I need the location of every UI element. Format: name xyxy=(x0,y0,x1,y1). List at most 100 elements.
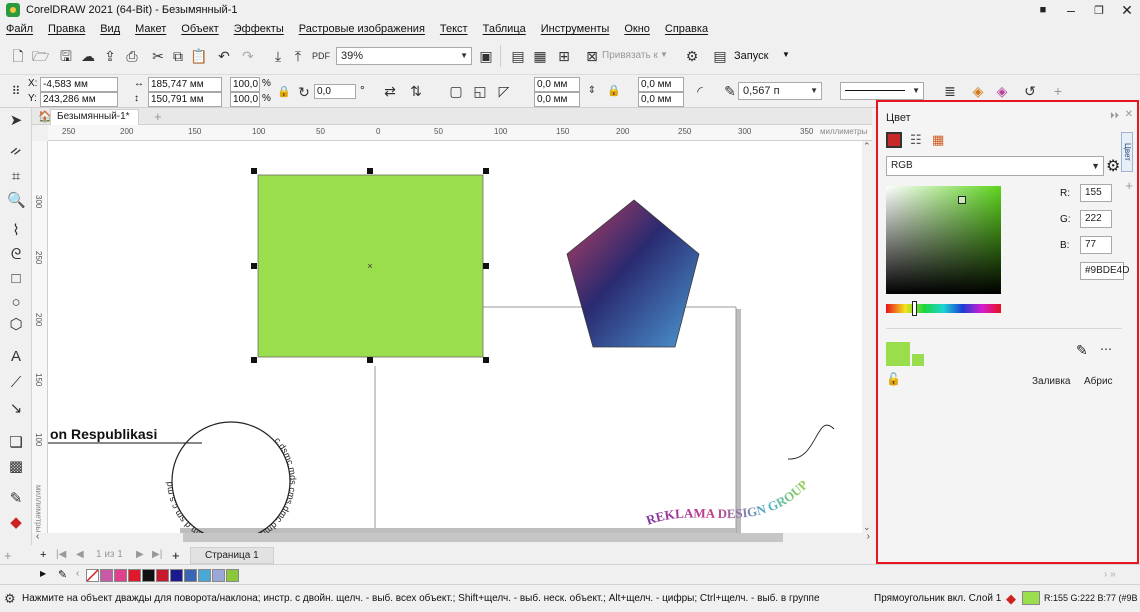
gradient-pentagon[interactable] xyxy=(566,199,700,348)
app-badge-icon[interactable]: ■ xyxy=(1036,4,1050,16)
menu-tools[interactable]: Инструменты xyxy=(541,23,610,35)
close-button[interactable]: ✕ xyxy=(1120,2,1134,19)
outline-width-dropdown[interactable]: 0,567 п ▼ xyxy=(738,82,822,100)
drop-shadow-icon[interactable]: ❏ xyxy=(7,434,25,452)
minimize-button[interactable]: – xyxy=(1064,2,1078,18)
docker-close-icon[interactable]: ✕ xyxy=(1125,109,1133,120)
scale-x-field[interactable]: 100,0 xyxy=(230,77,260,92)
palette-expand-icon[interactable]: › » xyxy=(1104,569,1116,580)
line-style-dropdown[interactable]: ▼ xyxy=(840,82,924,100)
hex-value-field[interactable]: #9BDE4D xyxy=(1080,262,1129,280)
scroll-up-icon[interactable]: ⌃ xyxy=(863,141,871,152)
save-icon[interactable]: 🖫 xyxy=(58,48,74,64)
palette-swatch[interactable] xyxy=(198,569,211,582)
docker-more-icon[interactable]: ⋯ xyxy=(1100,342,1112,356)
vertical-scrollbar[interactable]: ⌃ ⌄ xyxy=(862,141,872,533)
outline-button[interactable]: Абрис xyxy=(1084,376,1113,387)
menu-view[interactable]: Вид xyxy=(100,23,120,35)
drawing-canvas[interactable]: × on Respublikasi c.dsmc.mds.cms.dmc.dmc… xyxy=(48,141,862,533)
palette-swatch[interactable] xyxy=(156,569,169,582)
snap-to-dropdown[interactable]: Привязать к xyxy=(602,50,658,61)
transparency-tool-icon[interactable]: ▩ xyxy=(7,458,25,476)
add-page-before-icon[interactable]: + xyxy=(40,549,46,561)
menu-object[interactable]: Объект xyxy=(181,23,218,35)
cloud-icon[interactable]: ☁ xyxy=(80,48,96,64)
g-value-field[interactable]: 222 xyxy=(1080,210,1112,228)
polygon-tool-icon[interactable]: ⬡ xyxy=(7,316,25,334)
cut-icon[interactable]: ✂ xyxy=(150,48,166,64)
width-field[interactable]: 185,747 мм xyxy=(148,77,222,92)
snap-arrow-icon[interactable]: ▼ xyxy=(660,50,668,59)
palette-eyedropper-icon[interactable]: ✎ xyxy=(58,568,67,581)
grid-icon[interactable]: ▦ xyxy=(532,48,548,64)
pdf-icon[interactable]: PDF xyxy=(312,48,330,64)
b-value-field[interactable]: 77 xyxy=(1080,236,1112,254)
to-front-icon[interactable]: ◈ xyxy=(970,83,986,99)
open-icon[interactable]: 🗁 xyxy=(32,48,49,64)
color-spectrum-area[interactable] xyxy=(886,186,1001,294)
text-tool-icon[interactable]: A xyxy=(7,348,25,366)
color-picker-handle[interactable] xyxy=(958,196,966,204)
ellipse-tool-icon[interactable]: ○ xyxy=(7,294,25,312)
menu-effects[interactable]: Эффекты xyxy=(234,23,284,35)
corner-lock-icon[interactable]: 🔒 xyxy=(606,83,622,99)
zoom-level-dropdown[interactable]: 39% ▼ xyxy=(336,47,472,65)
scale-y-field[interactable]: 100,0 xyxy=(230,92,260,107)
export-icon[interactable]: ⤒ xyxy=(290,48,306,64)
to-back-icon[interactable]: ◈ xyxy=(994,83,1010,99)
object-origin-icon[interactable]: ⠿ xyxy=(8,83,24,99)
menu-window[interactable]: Окно xyxy=(624,23,650,35)
color-side-tab[interactable]: Цвет xyxy=(1121,132,1133,172)
horizontal-scroll-thumb[interactable] xyxy=(183,533,783,542)
palette-swatch[interactable] xyxy=(114,569,127,582)
eyedropper-tool-icon[interactable]: ✎ xyxy=(7,490,25,508)
menu-file[interactable]: Файл xyxy=(6,23,33,35)
rulers-icon[interactable]: ▤ xyxy=(510,48,526,64)
docker-add-tab-icon[interactable]: + xyxy=(1125,178,1133,193)
palette-swatch[interactable] xyxy=(100,569,113,582)
corner-spin-icon[interactable]: ⇕ xyxy=(584,83,600,99)
crop-tool-icon[interactable]: ⌗ xyxy=(7,168,25,186)
corner-scallop-icon[interactable]: ◱ xyxy=(472,83,488,99)
corner-radius-bottom-right[interactable]: 0,0 мм xyxy=(638,92,684,107)
options-gear-icon[interactable]: ⚙ xyxy=(684,48,700,64)
parallel-dimension-icon[interactable]: ⟋ xyxy=(7,374,25,392)
interactive-fill-icon[interactable]: ◆ xyxy=(7,514,25,532)
lock-ratio-icon[interactable]: 🔒 xyxy=(276,84,292,100)
prev-page-icon[interactable]: ◀ xyxy=(76,549,84,560)
docker-eyedropper-icon[interactable]: ✎ xyxy=(1076,342,1088,359)
status-gear-icon[interactable]: ⚙ xyxy=(4,591,16,607)
document-tab[interactable]: Безымянный-1* xyxy=(50,109,139,125)
paste-icon[interactable]: 📋 xyxy=(190,48,207,64)
rotation-field[interactable]: 0,0 xyxy=(314,84,356,99)
reklama-design-text[interactable]: REKLAMA DESIGN GROUP xyxy=(644,477,811,528)
palette-swatch[interactable] xyxy=(142,569,155,582)
palette-swatch[interactable] xyxy=(226,569,239,582)
palette-scroll-left-icon[interactable]: ‹ xyxy=(76,568,79,579)
redo-icon[interactable]: ↷ xyxy=(240,48,256,64)
palette-swatch[interactable] xyxy=(184,569,197,582)
color-options-gear-icon[interactable]: ⚙ xyxy=(1106,156,1120,176)
x-position-field[interactable]: -4,583 мм xyxy=(40,77,118,92)
vertical-ruler[interactable]: 300 250 200 150 100 миллиметры xyxy=(32,141,48,533)
page-tab[interactable]: Страница 1 xyxy=(190,547,274,564)
height-field[interactable]: 150,791 мм xyxy=(148,92,222,107)
curve-path[interactable] xyxy=(787,424,835,460)
rotation-icon[interactable]: ↻ xyxy=(296,84,312,100)
snap-off-icon[interactable]: ⊠ xyxy=(584,48,600,64)
menu-text[interactable]: Текст xyxy=(440,23,468,35)
docker-collapse-icon[interactable]: ⏵⏵ xyxy=(1110,110,1119,121)
r-value-field[interactable]: 155 xyxy=(1080,184,1112,202)
mirror-horizontal-icon[interactable]: ⇄ xyxy=(382,83,398,99)
corner-radius-bottom-left[interactable]: 0,0 мм xyxy=(534,92,580,107)
status-fill-swatch[interactable] xyxy=(1022,591,1040,605)
import-icon[interactable]: ⤓ xyxy=(270,48,286,64)
hue-slider[interactable] xyxy=(886,301,1001,316)
horizontal-ruler[interactable]: 250 200 150 100 50 0 50 100 150 200 250 … xyxy=(48,125,872,141)
convert-to-curves-icon[interactable]: ↺ xyxy=(1022,83,1038,99)
relative-corner-icon[interactable]: ◜ xyxy=(692,83,708,99)
share-icon[interactable]: ⇪ xyxy=(102,48,118,64)
mirror-vertical-icon[interactable]: ⇅ xyxy=(408,83,424,99)
restore-button[interactable]: ❐ xyxy=(1092,4,1106,17)
new-tab-icon[interactable]: + xyxy=(154,109,162,124)
